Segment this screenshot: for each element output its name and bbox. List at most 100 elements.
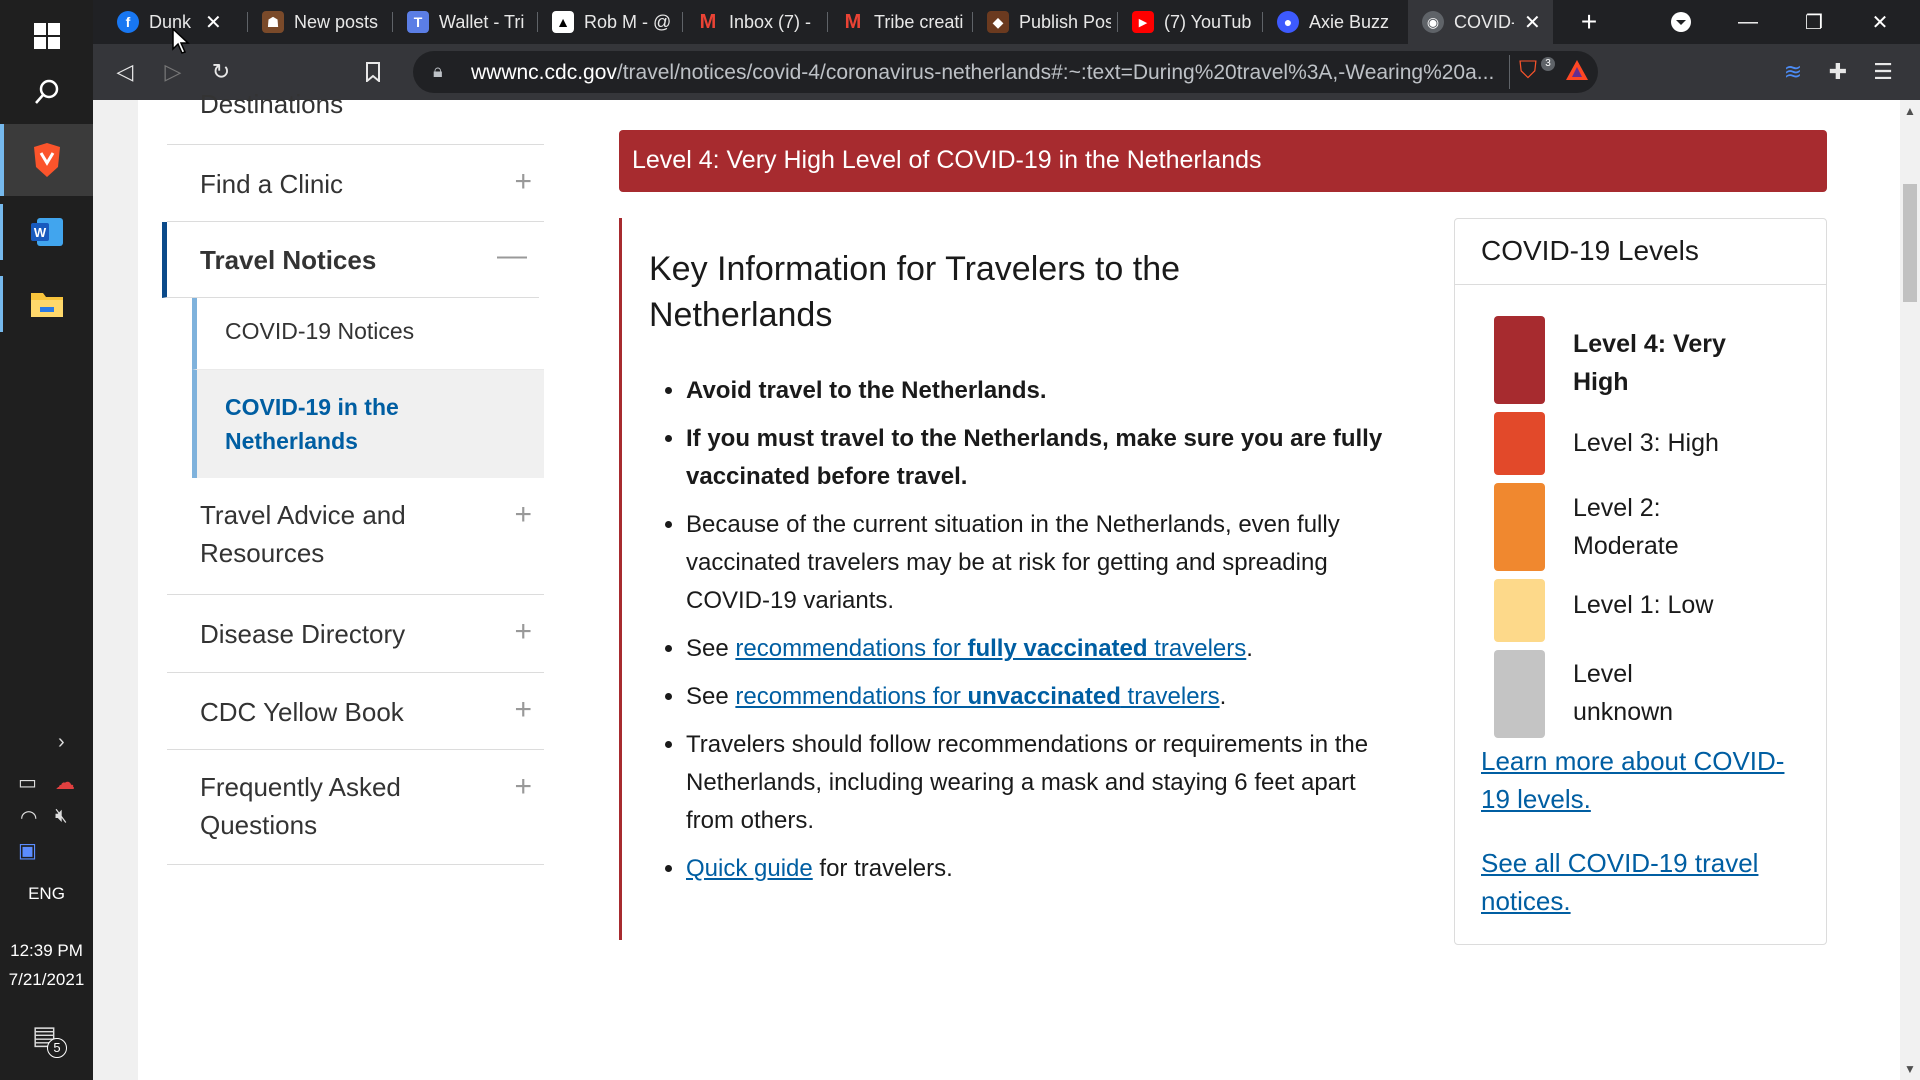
svg-text:W: W: [33, 225, 46, 240]
expand-plus-icon[interactable]: +: [514, 693, 532, 727]
address-bar[interactable]: 🔒︎ wwwnc.cdc.gov/travel/notices/covid-4/…: [413, 51, 1598, 93]
search-icon[interactable]: [0, 56, 93, 128]
list-item: Avoid travel to the Netherlands.: [686, 372, 1391, 410]
shields-count-badge: 3: [1541, 57, 1555, 71]
url-text[interactable]: wwwnc.cdc.gov/travel/notices/covid-4/cor…: [471, 61, 1501, 85]
nav-item-label: Disease Directory: [200, 619, 406, 649]
word-app-icon[interactable]: W: [0, 196, 93, 268]
lock-icon[interactable]: 🔒︎: [433, 61, 443, 82]
nav-item-travel-notices[interactable]: Travel Notices —: [162, 222, 539, 298]
key-info-title: Key Information for Travelers to the Net…: [649, 250, 1181, 334]
level-3-label: Level 3: High: [1573, 429, 1719, 457]
gmail-icon: M: [844, 10, 862, 33]
brave-rewards-icon[interactable]: [1565, 59, 1589, 86]
nav-item-destinations[interactable]: Destinations: [167, 85, 544, 145]
tab-tribe[interactable]: M Tribe creati: [828, 0, 973, 44]
level-3-swatch: [1494, 412, 1545, 475]
minimize-window-icon[interactable]: —: [1715, 0, 1781, 44]
tab-title: Tribe creati: [874, 11, 964, 32]
tab-title: (7) YouTub: [1164, 11, 1252, 32]
scroll-down-icon[interactable]: ▼: [1900, 1062, 1920, 1076]
cloud-error-icon[interactable]: ☁: [55, 770, 75, 795]
page-scrollbar[interactable]: ▲ ▼: [1900, 100, 1920, 1080]
windows-taskbar: W › ▭ ☁ ◠ 🔇︎ ▣ ENG 12:39 PM 7/21/2021 ▤ …: [0, 0, 93, 1080]
nav-item-label: Frequently Asked Questions: [200, 772, 401, 840]
wifi-icon[interactable]: ◠: [20, 805, 37, 830]
quick-guide-link[interactable]: Quick guide: [686, 855, 813, 882]
new-tab-plus-icon[interactable]: +: [1556, 0, 1622, 44]
youtube-icon: ▶: [1132, 11, 1154, 33]
expand-plus-icon[interactable]: +: [514, 770, 532, 804]
list-item: See recommendations for unvaccinated tra…: [686, 678, 1391, 716]
sub-nav-covid-netherlands[interactable]: COVID-19 in the Netherlands: [192, 370, 544, 478]
fully-vaccinated-recommendations-link[interactable]: recommendations for fully vaccinated tra…: [735, 635, 1246, 662]
tab-rob-m[interactable]: ▲ Rob M - @: [538, 0, 683, 44]
tab-new-posts[interactable]: ☗ New posts: [248, 0, 393, 44]
tab-title: Rob M - @: [584, 11, 672, 32]
tab-title: Inbox (7) -: [729, 11, 812, 32]
tab-title: Wallet - Tri: [439, 11, 525, 32]
nav-item-faq[interactable]: Frequently Asked Questions +: [167, 750, 544, 865]
volume-muted-icon[interactable]: 🔇︎: [55, 805, 68, 828]
brave-shields-icon[interactable]: ⛉: [1519, 57, 1537, 85]
tab-covid-active[interactable]: ◉ COVID- ✕: [1408, 0, 1553, 44]
mouse-cursor-icon: [172, 27, 190, 59]
tab-inbox[interactable]: M Inbox (7) -: [683, 0, 828, 44]
level-unknown-swatch: [1494, 650, 1545, 738]
nav-item-travel-advice[interactable]: Travel Advice and Resources +: [167, 478, 544, 595]
nav-item-cdc-yellow-book[interactable]: CDC Yellow Book +: [167, 673, 544, 750]
expand-plus-icon[interactable]: +: [514, 165, 532, 199]
battery-icon[interactable]: ▭: [18, 770, 37, 795]
scroll-thumb[interactable]: [1903, 184, 1917, 302]
level-1-label: Level 1: Low: [1573, 591, 1714, 619]
expand-plus-icon[interactable]: +: [514, 498, 532, 532]
clock-time[interactable]: 12:39 PM: [0, 941, 93, 961]
menu-hamburger-icon[interactable]: ☰: [1865, 54, 1901, 90]
level-4-swatch: [1494, 316, 1545, 404]
sub-nav-label: COVID-19 Notices: [225, 318, 415, 344]
tab-youtube[interactable]: ▶ (7) YouTub: [1118, 0, 1263, 44]
nav-item-label: Travel Notices: [200, 245, 377, 275]
see-all-notices-link[interactable]: See all COVID-19 travel notices.: [1481, 844, 1781, 920]
learn-more-levels-link[interactable]: Learn more about COVID-19 levels.: [1481, 742, 1811, 818]
site-icon: ☗: [262, 11, 284, 33]
brave-wallet-icon[interactable]: ≋: [1775, 54, 1811, 90]
scroll-up-icon[interactable]: ▲: [1900, 104, 1920, 118]
language-indicator[interactable]: ENG: [0, 884, 93, 904]
extensions-puzzle-icon[interactable]: ✚: [1820, 54, 1856, 90]
file-explorer-icon[interactable]: [0, 268, 93, 340]
level-1-swatch: [1494, 579, 1545, 642]
nav-item-disease-directory[interactable]: Disease Directory +: [167, 595, 544, 673]
key-info-list: Avoid travel to the Netherlands. If you …: [686, 372, 1391, 898]
list-item: If you must travel to the Netherlands, m…: [686, 420, 1391, 496]
level-2-label: Level 2: Moderate: [1573, 494, 1679, 560]
site-icon: ●: [1277, 11, 1299, 33]
tab-title: COVID-: [1454, 11, 1514, 32]
tab-wallet[interactable]: T Wallet - Tri: [393, 0, 538, 44]
back-icon[interactable]: ◁: [107, 54, 143, 90]
sub-nav-covid-notices[interactable]: COVID-19 Notices: [192, 298, 544, 370]
nav-item-find-a-clinic[interactable]: Find a Clinic +: [167, 145, 544, 222]
restore-window-icon[interactable]: ❐: [1781, 0, 1847, 44]
tab-search-dropdown-icon[interactable]: [1648, 0, 1714, 44]
tab-axie-buzz[interactable]: ● Axie Buzz: [1263, 0, 1408, 44]
tab-publish[interactable]: ◆ Publish Pos: [973, 0, 1118, 44]
brave-browser-icon[interactable]: [0, 124, 93, 196]
key-info-accent-bar: [619, 218, 622, 940]
covid-levels-panel: COVID-19 Levels Level 4: Very High Level…: [1454, 218, 1827, 945]
clock-date[interactable]: 7/21/2021: [0, 970, 93, 990]
browser-tab-bar: f Dunk S ✕ ☗ New posts T Wallet - Tri ▲ …: [93, 0, 1920, 44]
globe-icon: ◉: [1422, 11, 1444, 33]
zoom-app-icon[interactable]: ▣: [18, 838, 37, 863]
level-alert-banner: Level 4: Very High Level of COVID-19 in …: [619, 130, 1827, 192]
close-window-icon[interactable]: ✕: [1847, 0, 1913, 44]
list-item: See recommendations for fully vaccinated…: [686, 630, 1391, 668]
close-tab-icon[interactable]: ✕: [1524, 10, 1541, 35]
chevron-right-icon[interactable]: ›: [58, 731, 65, 754]
level-unknown-label: Level unknown: [1573, 660, 1674, 726]
collapse-minus-icon[interactable]: —: [497, 239, 527, 273]
unvaccinated-recommendations-link[interactable]: recommendations for unvaccinated travele…: [735, 683, 1219, 710]
covid-levels-title: COVID-19 Levels: [1455, 219, 1826, 285]
expand-plus-icon[interactable]: +: [514, 615, 532, 649]
close-tab-icon[interactable]: ✕: [205, 10, 222, 35]
